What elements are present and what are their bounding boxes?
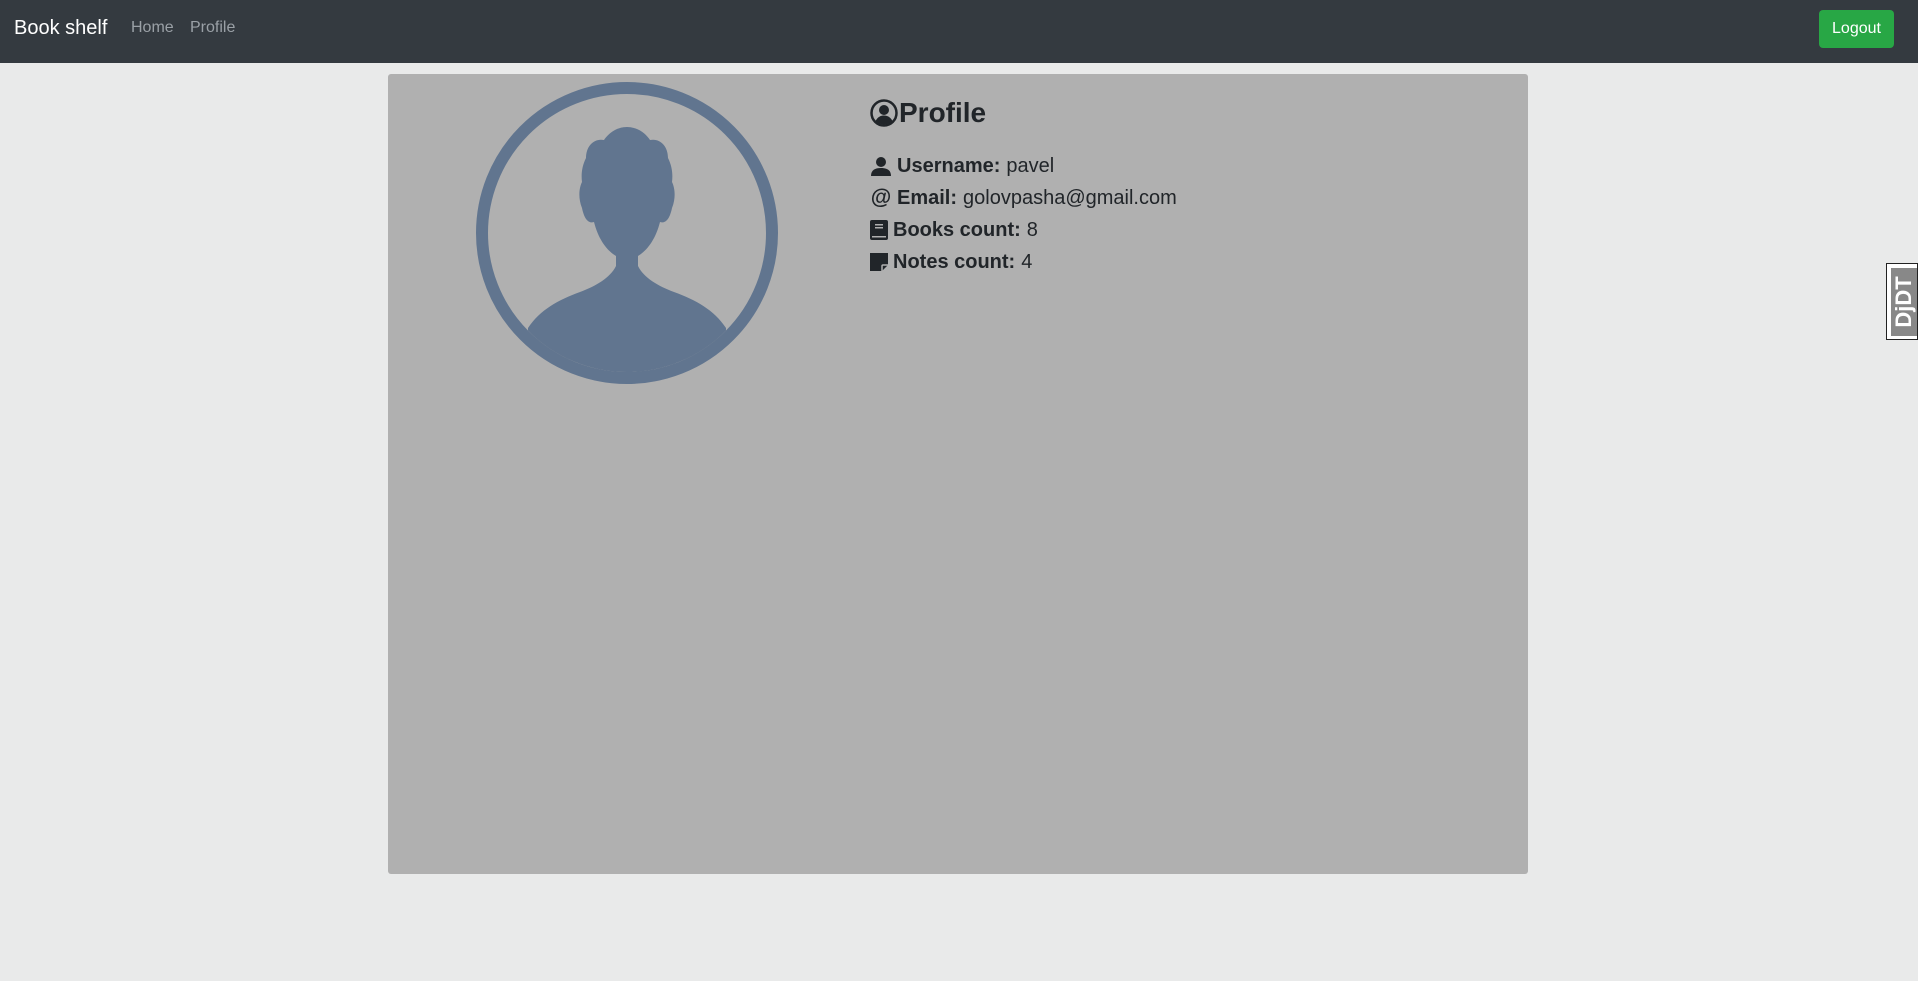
sticky-note-icon <box>870 251 888 273</box>
avatar-silhouette-icon <box>476 82 778 384</box>
notes-count-label: Notes count: <box>893 250 1016 273</box>
email-row: @ Email: golovpasha@gmail.com <box>870 182 1177 214</box>
notes-row: Notes count: 4 <box>870 246 1177 278</box>
username-row: Username: pavel <box>870 150 1177 182</box>
debug-toolbar-label: DjDT <box>1891 276 1916 328</box>
notes-count-value: 4 <box>1021 250 1033 273</box>
profile-title-text: Profile <box>899 97 987 128</box>
email-value: golovpasha@gmail.com <box>963 186 1177 209</box>
logout-button[interactable]: Logout <box>1819 10 1894 48</box>
top-navbar: Book shelf Home Profile Logout <box>0 0 1918 63</box>
user-icon <box>870 155 892 177</box>
book-icon <box>870 219 888 241</box>
username-label: Username: <box>897 154 1001 177</box>
books-count-label: Books count: <box>893 218 1021 241</box>
email-label: Email: <box>897 186 958 209</box>
books-row: Books count: 8 <box>870 214 1177 246</box>
user-circle-icon <box>870 99 898 127</box>
debug-toolbar-handle-inner: DjDT <box>1891 268 1917 336</box>
nav-link-home[interactable]: Home <box>131 19 174 37</box>
profile-title: Profile <box>870 96 1177 130</box>
debug-toolbar-handle[interactable]: DjDT <box>1886 263 1918 340</box>
brand-link[interactable]: Book shelf <box>14 17 107 40</box>
at-icon: @ <box>870 186 892 209</box>
profile-info: Profile Username: pavel @ Email: golovpa… <box>870 96 1177 278</box>
nav-link-profile[interactable]: Profile <box>190 19 235 37</box>
profile-card: Profile Username: pavel @ Email: golovpa… <box>388 74 1528 874</box>
books-count-value: 8 <box>1026 218 1038 241</box>
username-value: pavel <box>1006 154 1055 177</box>
